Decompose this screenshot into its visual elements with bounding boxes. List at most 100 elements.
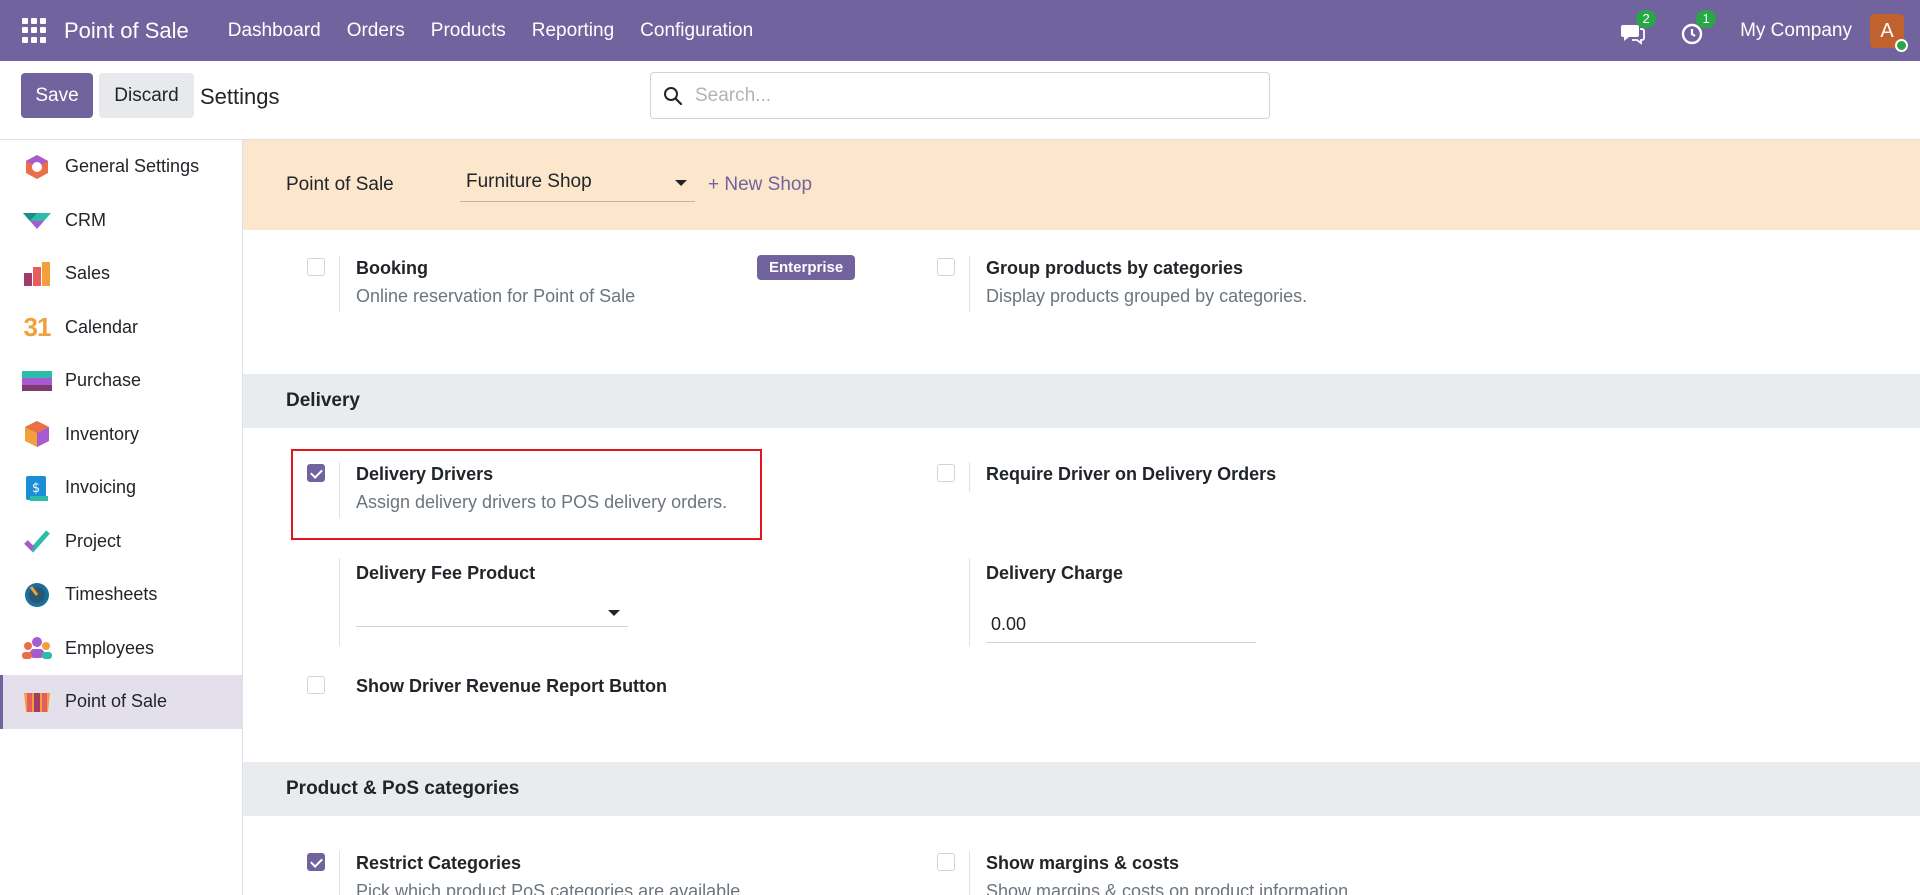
messages-badge: 2 bbox=[1636, 9, 1657, 28]
delivery-charge-label: Delivery Charge bbox=[986, 563, 1124, 583]
page-title: Settings bbox=[200, 84, 280, 109]
booking-checkbox[interactable] bbox=[307, 258, 325, 276]
timesheets-icon bbox=[22, 581, 52, 609]
divider bbox=[969, 256, 970, 312]
restrict-categories-checkbox[interactable] bbox=[307, 853, 325, 871]
activities-icon[interactable]: 1 bbox=[1680, 9, 1717, 46]
group-products-checkbox[interactable] bbox=[937, 258, 955, 276]
require-driver-checkbox[interactable] bbox=[937, 464, 955, 482]
sidebar-item-crm[interactable]: CRM bbox=[0, 194, 242, 248]
menu-reporting[interactable]: Reporting bbox=[519, 20, 627, 42]
sidebar-item-label: Timesheets bbox=[65, 584, 158, 605]
sidebar-item-invoicing[interactable]: $ Invoicing bbox=[0, 461, 242, 515]
menu-orders[interactable]: Orders bbox=[334, 20, 418, 42]
inventory-icon bbox=[22, 420, 52, 448]
require-driver-title: Require Driver on Delivery Orders bbox=[986, 464, 1277, 484]
svg-text:$: $ bbox=[32, 481, 40, 496]
sidebar-item-label: CRM bbox=[65, 209, 106, 230]
avatar-letter: A bbox=[1880, 19, 1894, 42]
save-button[interactable]: Save bbox=[21, 73, 93, 118]
chevron-down-icon bbox=[675, 180, 687, 186]
divider bbox=[339, 558, 340, 646]
booking-title: Booking bbox=[356, 258, 428, 278]
delivery-section-header: Delivery bbox=[243, 374, 1920, 428]
top-navbar: Point of Sale Dashboard Orders Products … bbox=[0, 0, 1920, 61]
sidebar-item-label: Sales bbox=[65, 263, 111, 284]
shop-selected-value: Furniture Shop bbox=[466, 171, 592, 192]
employees-icon bbox=[22, 634, 52, 662]
online-status-icon bbox=[1895, 38, 1908, 52]
sidebar-item-label: Inventory bbox=[65, 423, 140, 444]
divider bbox=[969, 558, 970, 646]
sales-icon bbox=[22, 260, 52, 288]
sidebar-item-point-of-sale[interactable]: Point of Sale bbox=[0, 675, 242, 729]
delivery-charge-value: 0.00 bbox=[991, 614, 1027, 634]
restrict-categories-title: Restrict Categories bbox=[356, 853, 522, 873]
delivery-drivers-description: Assign delivery drivers to POS delivery … bbox=[356, 492, 728, 512]
new-shop-button[interactable]: + New Shop bbox=[708, 174, 812, 196]
purchase-icon bbox=[22, 367, 52, 395]
sidebar-item-label: Point of Sale bbox=[65, 691, 168, 712]
divider bbox=[339, 462, 340, 518]
show-margins-title: Show margins & costs bbox=[986, 853, 1180, 873]
divider bbox=[969, 462, 970, 492]
sidebar-item-inventory[interactable]: Inventory bbox=[0, 408, 242, 462]
sidebar-item-label: Purchase bbox=[65, 370, 142, 391]
delivery-drivers-checkbox[interactable] bbox=[307, 464, 325, 482]
control-panel: Save Discard Settings bbox=[0, 61, 1920, 140]
user-avatar[interactable]: A bbox=[1870, 13, 1908, 52]
shop-label: Point of Sale bbox=[286, 174, 394, 195]
group-products-description: Display products grouped by categories. bbox=[986, 286, 1308, 306]
show-margins-checkbox[interactable] bbox=[937, 853, 955, 871]
messages-icon[interactable]: 2 bbox=[1620, 9, 1657, 46]
divider bbox=[339, 256, 340, 312]
delivery-charge-input[interactable]: 0.00 bbox=[986, 612, 1256, 643]
sidebar-item-purchase[interactable]: Purchase bbox=[0, 354, 242, 408]
search-box bbox=[650, 72, 1270, 119]
activities-badge: 1 bbox=[1696, 9, 1717, 28]
sidebar-item-label: Employees bbox=[65, 637, 155, 658]
shop-select[interactable]: Furniture Shop bbox=[460, 168, 695, 202]
sidebar-item-project[interactable]: Project bbox=[0, 515, 242, 569]
chevron-down-icon bbox=[608, 610, 620, 616]
menu-configuration[interactable]: Configuration bbox=[627, 20, 766, 42]
crm-icon bbox=[22, 206, 52, 234]
calendar-icon: 31 bbox=[23, 311, 52, 342]
sidebar-item-sales[interactable]: Sales bbox=[0, 247, 242, 301]
booking-description: Online reservation for Point of Sale bbox=[356, 286, 636, 306]
app-brand[interactable]: Point of Sale bbox=[64, 18, 189, 44]
sidebar-item-label: Invoicing bbox=[65, 477, 137, 498]
delivery-drivers-title: Delivery Drivers bbox=[356, 464, 494, 484]
menu-products[interactable]: Products bbox=[418, 20, 519, 42]
sidebar-item-timesheets[interactable]: Timesheets bbox=[0, 568, 242, 622]
enterprise-badge: Enterprise bbox=[757, 255, 856, 280]
divider bbox=[969, 851, 970, 895]
company-switcher[interactable]: My Company bbox=[1740, 20, 1852, 42]
apps-menu-icon[interactable] bbox=[22, 17, 48, 44]
menu-dashboard[interactable]: Dashboard bbox=[215, 20, 334, 42]
sidebar-item-calendar[interactable]: 31 Calendar bbox=[0, 301, 242, 355]
invoicing-icon: $ bbox=[22, 474, 52, 502]
sidebar-item-label: Calendar bbox=[65, 316, 139, 337]
project-icon bbox=[22, 527, 52, 555]
shop-selector-bar: Point of Sale Furniture Shop + New Shop bbox=[243, 140, 1920, 230]
delivery-fee-product-select[interactable] bbox=[356, 595, 628, 627]
settings-content: Point of Sale Furniture Shop + New Shop … bbox=[243, 140, 1920, 895]
group-products-title: Group products by categories bbox=[986, 258, 1244, 278]
settings-sidebar: General Settings CRM Sales 31 Calendar P… bbox=[0, 140, 243, 895]
point-of-sale-icon bbox=[22, 688, 52, 716]
delivery-fee-product-label: Delivery Fee Product bbox=[356, 563, 536, 583]
discard-button[interactable]: Discard bbox=[99, 73, 194, 118]
general-settings-icon bbox=[22, 153, 52, 181]
search-icon bbox=[664, 86, 683, 105]
revenue-report-checkbox[interactable] bbox=[307, 676, 325, 694]
revenue-report-title: Show Driver Revenue Report Button bbox=[356, 676, 668, 696]
restrict-categories-description: Pick which product PoS categories are av… bbox=[356, 881, 741, 895]
sidebar-item-employees[interactable]: Employees bbox=[0, 622, 242, 676]
search-input[interactable] bbox=[695, 84, 1235, 107]
sidebar-item-general-settings[interactable]: General Settings bbox=[0, 140, 242, 194]
top-menu: Dashboard Orders Products Reporting Conf… bbox=[215, 20, 766, 42]
sidebar-item-label: Project bbox=[65, 530, 122, 551]
divider bbox=[339, 851, 340, 895]
sidebar-item-label: General Settings bbox=[65, 156, 200, 177]
